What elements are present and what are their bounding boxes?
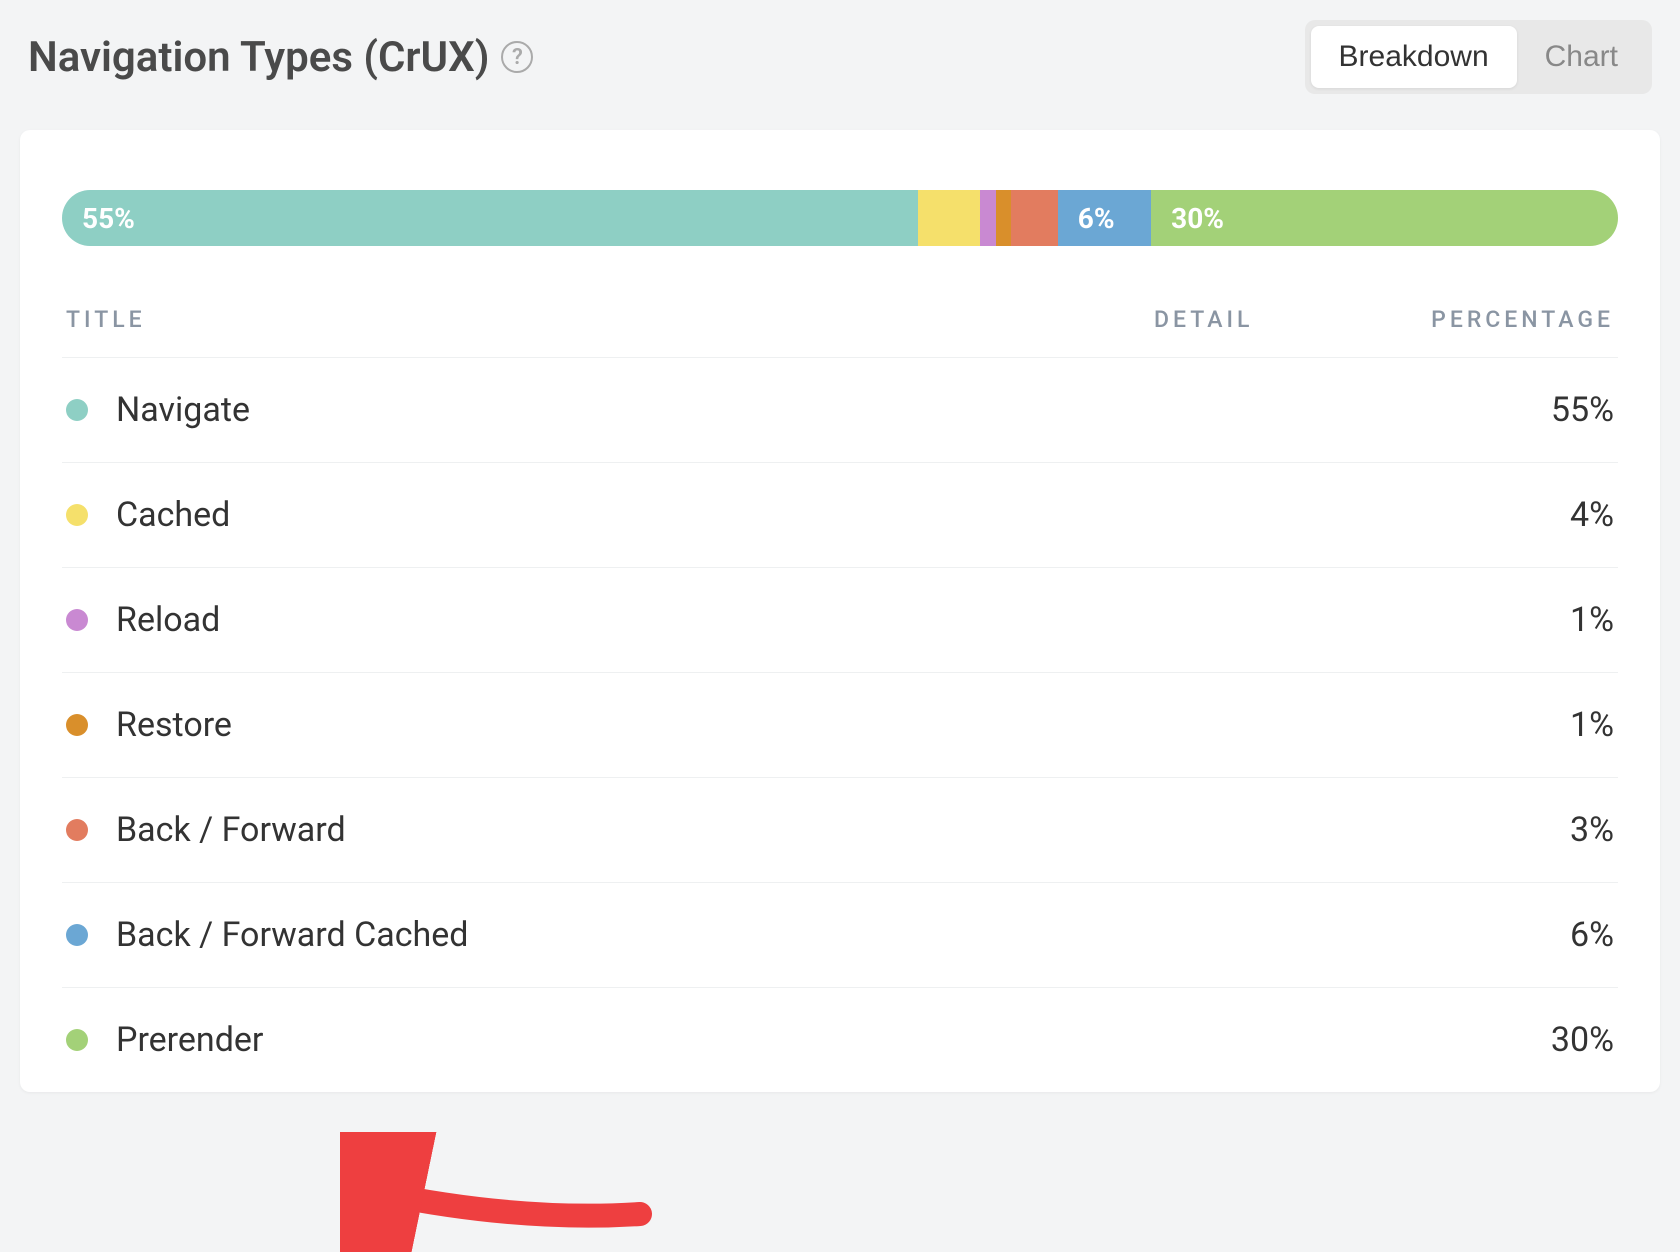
row-title-label: Back / Forward [116,810,346,850]
row-title-cell: Cached [66,495,1154,535]
row-title-cell: Back / Forward Cached [66,915,1154,955]
breakdown-card: 55%6%30% TITLE DETAIL PERCENTAGE Navigat… [20,130,1660,1092]
bar-segment: 55% [62,190,918,246]
chart-toggle-button[interactable]: Chart [1517,26,1646,88]
legend-dot-icon [66,819,88,841]
column-detail-header: DETAIL [1154,306,1354,333]
table-row: Navigate 55% [62,358,1618,463]
legend-dot-icon [66,609,88,631]
row-percentage-cell: 6% [1354,915,1614,955]
table-row: Back / Forward Cached 6% [62,883,1618,988]
table-row: Cached 4% [62,463,1618,568]
row-percentage-cell: 1% [1354,705,1614,745]
bar-segment [980,190,996,246]
column-percentage-header: PERCENTAGE [1354,306,1614,333]
row-title-label: Restore [116,705,232,745]
row-title-label: Navigate [116,390,250,430]
row-title-cell: Prerender [66,1020,1154,1060]
legend-dot-icon [66,399,88,421]
row-title-label: Cached [116,495,230,535]
row-percentage-cell: 3% [1354,810,1614,850]
row-percentage-cell: 55% [1354,390,1614,430]
table-row: Reload 1% [62,568,1618,673]
bar-segment [1011,190,1058,246]
row-title-cell: Restore [66,705,1154,745]
view-toggle: Breakdown Chart [1305,20,1652,94]
table-row: Back / Forward 3% [62,778,1618,883]
table-header: TITLE DETAIL PERCENTAGE [62,306,1618,358]
bar-segment [918,190,980,246]
bar-segment [996,190,1012,246]
arrow-annotation-icon [340,1132,660,1252]
table-row: Restore 1% [62,673,1618,778]
legend-dot-icon [66,924,88,946]
bar-segment: 30% [1151,190,1618,246]
table-body: Navigate 55% Cached 4% Reload 1% Restore 1% Back… [62,358,1618,1092]
page-title: Navigation Types (CrUX) [28,33,489,82]
bar-segment: 6% [1058,190,1151,246]
column-title-header: TITLE [66,306,1154,333]
breakdown-toggle-button[interactable]: Breakdown [1311,26,1517,88]
legend-dot-icon [66,504,88,526]
row-title-label: Reload [116,600,220,640]
row-title-label: Prerender [116,1020,263,1060]
row-title-cell: Navigate [66,390,1154,430]
legend-dot-icon [66,1029,88,1051]
legend-dot-icon [66,714,88,736]
row-title-cell: Back / Forward [66,810,1154,850]
row-title-label: Back / Forward Cached [116,915,468,955]
panel-header: Navigation Types (CrUX) ? Breakdown Char… [20,20,1660,94]
stacked-bar-chart: 55% 6%30% [62,190,1618,246]
row-percentage-cell: 30% [1354,1020,1614,1060]
row-title-cell: Reload [66,600,1154,640]
row-percentage-cell: 4% [1354,495,1614,535]
table-row: Prerender 30% [62,988,1618,1092]
title-wrap: Navigation Types (CrUX) ? [28,33,533,82]
help-icon[interactable]: ? [501,41,533,73]
row-percentage-cell: 1% [1354,600,1614,640]
